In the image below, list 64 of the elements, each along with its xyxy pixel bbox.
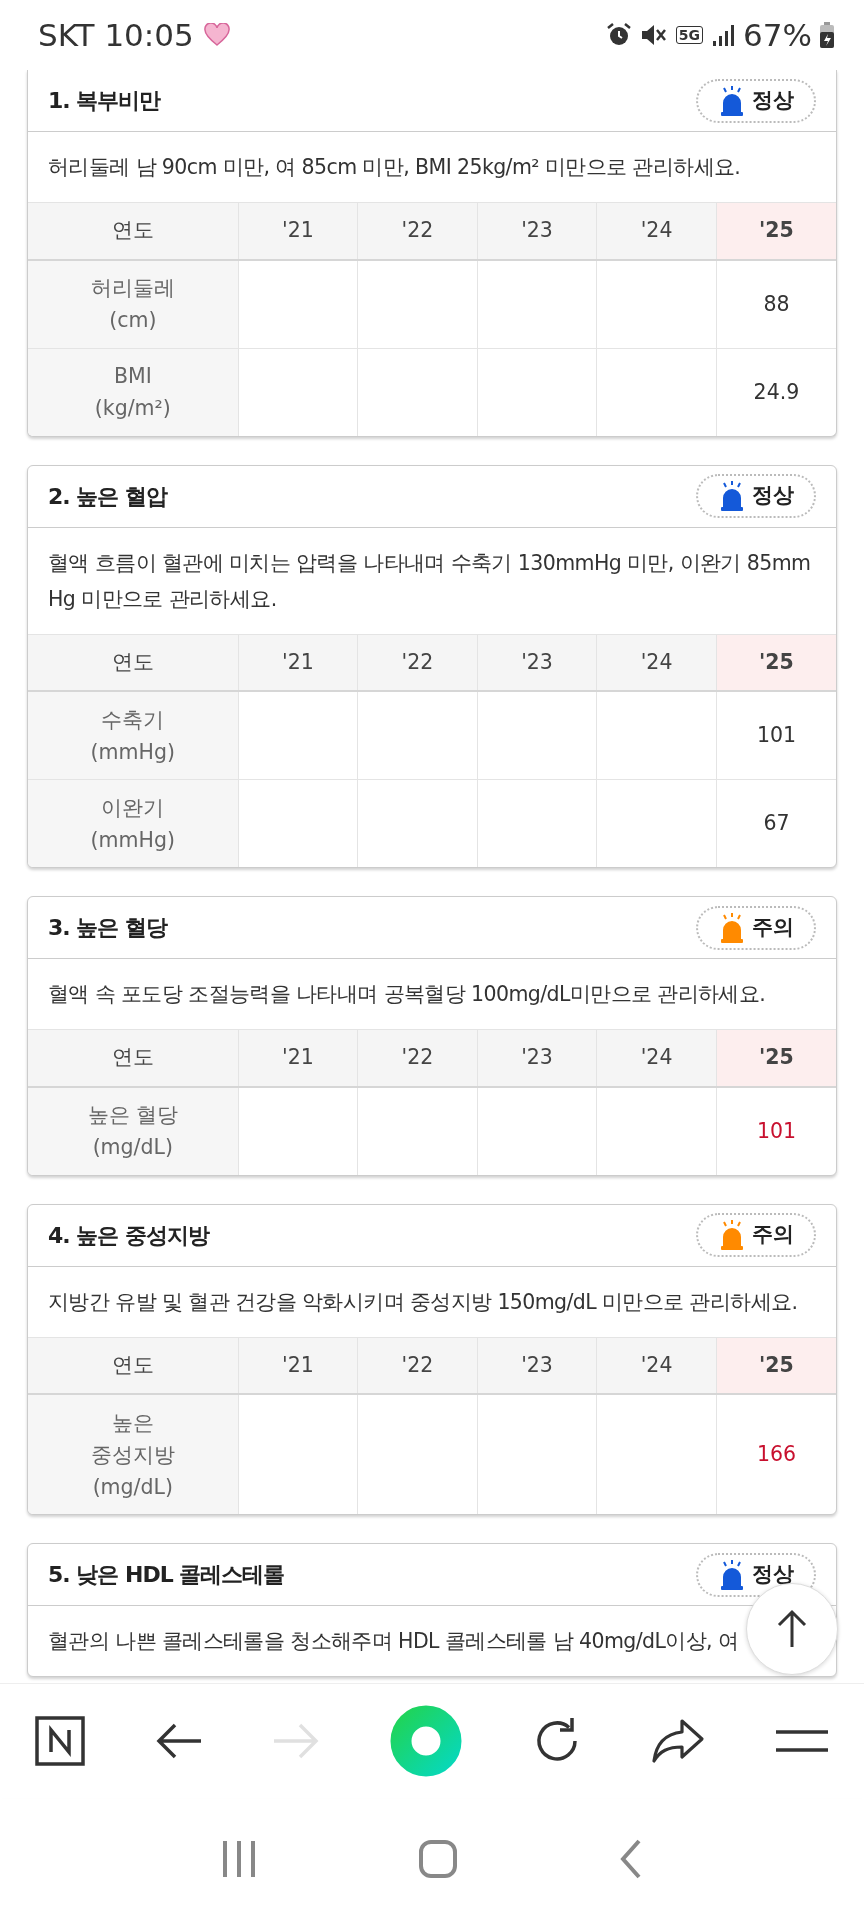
home-icon[interactable] <box>418 1839 458 1879</box>
table-header: '25 <box>716 1337 836 1394</box>
status-badge: 정상 <box>696 474 816 518</box>
table-header: 연도 <box>28 634 239 691</box>
table-cell: 67 <box>716 779 836 867</box>
siren-icon <box>720 85 744 116</box>
table-header: '23 <box>477 202 597 260</box>
table-header: '22 <box>357 634 478 691</box>
card-title: 1. 복부비만 <box>48 87 161 115</box>
card-title: 4. 높은 중성지방 <box>48 1221 209 1250</box>
table-header: '21 <box>238 202 358 260</box>
table-cell: 166 <box>716 1394 836 1514</box>
card-description: 허리둘레 남 90cm 미만, 여 85cm 미만, BMI 25kg/m² 미만으로 관리하세요. <box>48 155 741 179</box>
carrier-time: SKT 10:05 <box>38 15 194 55</box>
table-header: '22 <box>357 1029 478 1087</box>
table-header: '25 <box>716 634 836 691</box>
table-cell: 24.9 <box>716 348 836 436</box>
table-header: 연도 <box>28 202 239 260</box>
siren-icon <box>720 1220 744 1250</box>
card-description: 혈관의 나쁜 콜레스테롤을 청소해주며 HDL 콜레스테롤 남 40mg/dL이상, 여 <box>48 1629 739 1653</box>
signal-icon <box>711 23 736 47</box>
row-label: BMI (kg/m²) <box>28 348 239 436</box>
status-badge: 주의 <box>696 1213 816 1257</box>
table-header: '24 <box>596 634 717 691</box>
table-header: '21 <box>238 1337 358 1394</box>
card-title: 2. 높은 혈압 <box>48 482 167 511</box>
table-cell: 101 <box>716 1086 836 1175</box>
row-label: 수축기 (mmHg) <box>28 691 239 780</box>
status-badge: 주의 <box>696 905 816 950</box>
siren-icon <box>720 912 744 943</box>
row-label: 이완기 (mmHg) <box>28 779 239 867</box>
card-description: 혈액 속 포도당 조절능력을 나타내며 공복혈당 100mg/dL미만으로 관리하세요. <box>48 982 766 1006</box>
up-arrow-icon <box>776 1609 808 1649</box>
battery-percent: 67% <box>743 15 812 55</box>
table-header: '24 <box>596 1029 717 1087</box>
table-header: '23 <box>477 634 597 691</box>
table-header: '25 <box>716 202 836 260</box>
siren-icon <box>720 1559 744 1590</box>
siren-icon <box>720 481 744 511</box>
table-header: '23 <box>477 1337 597 1394</box>
card-description: 혈액 흐름이 혈관에 미치는 압력을 나타내며 수축기 130mmHg 미만, 이완기 85mmHg 미만으로 관리하세요. <box>48 550 811 611</box>
network-label: 5G <box>675 26 704 44</box>
card-title: 3. 높은 혈당 <box>48 914 167 942</box>
table-header: '21 <box>238 634 358 691</box>
card-title: 5. 낮은 HDL 콜레스테롤 <box>48 1561 285 1589</box>
mute-icon <box>639 22 668 48</box>
table-header: '23 <box>477 1029 597 1087</box>
battery-icon <box>820 22 834 48</box>
row-label: 높은 혈당 (mg/dL) <box>28 1086 239 1175</box>
row-label: 허리둘레 (cm) <box>28 259 239 348</box>
table-header: '22 <box>357 202 478 260</box>
status-badge: 정상 <box>696 78 816 123</box>
table-header: 연도 <box>28 1029 239 1087</box>
card-description: 지방간 유발 및 혈관 건강을 악화시키며 중성지방 150mg/dL 미만으로 관리하세요. <box>48 1289 798 1314</box>
heart-icon <box>203 23 230 47</box>
table-header: 연도 <box>28 1337 239 1394</box>
table-header: '25 <box>716 1029 836 1087</box>
table-header: '24 <box>596 202 717 260</box>
row-label: 높은 중성지방 (mg/dL) <box>28 1394 239 1514</box>
recents-icon[interactable] <box>220 1839 257 1879</box>
table-header: '24 <box>596 1337 717 1394</box>
alarm-icon <box>605 22 632 48</box>
table-header: '22 <box>357 1337 478 1394</box>
table-header: '21 <box>238 1029 358 1087</box>
